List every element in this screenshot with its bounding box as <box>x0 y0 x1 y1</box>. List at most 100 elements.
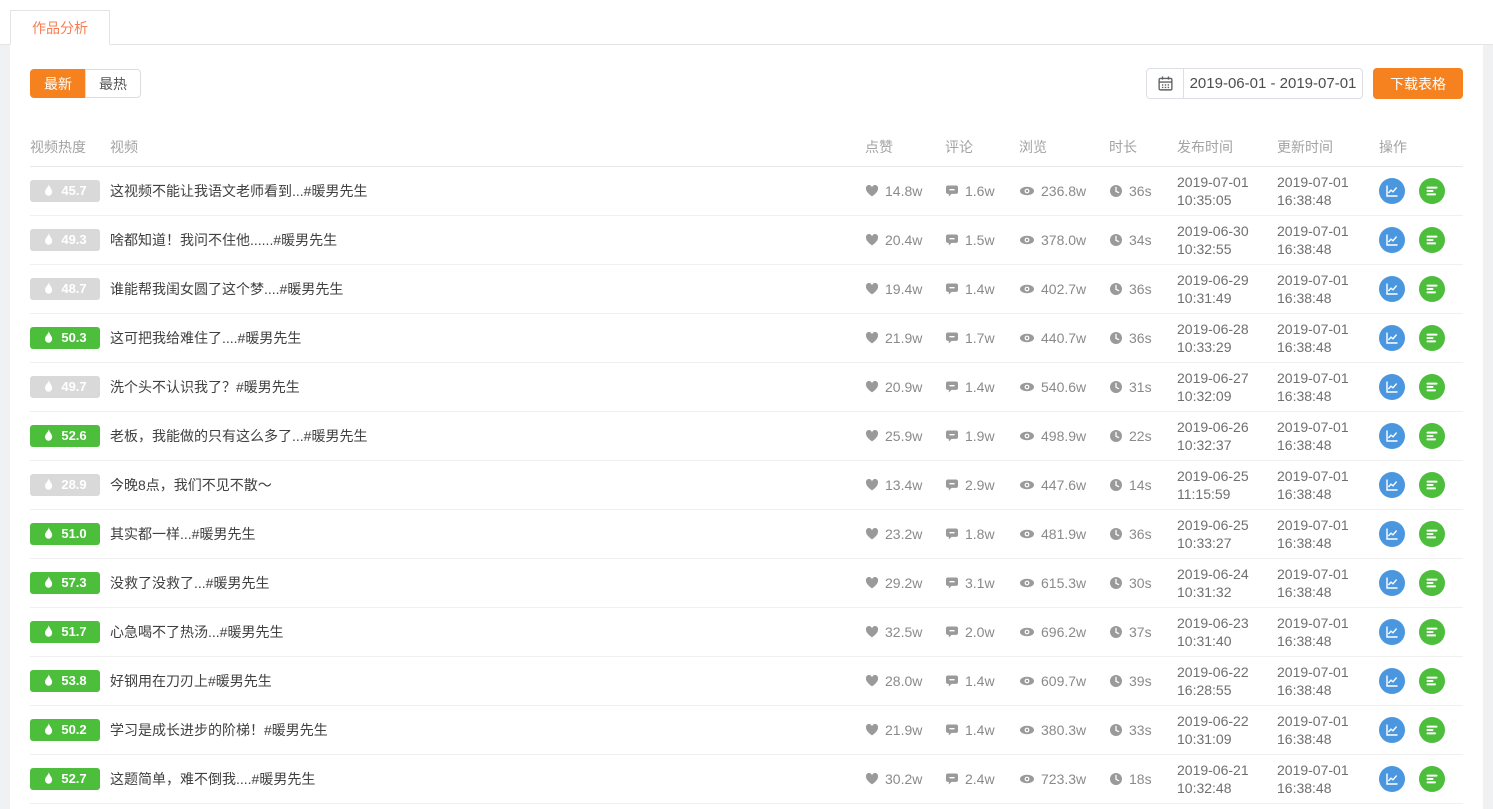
comments-value: 1.7w <box>965 330 995 346</box>
detail-list-button[interactable] <box>1419 325 1445 351</box>
date-range-picker[interactable]: 2019-06-01 - 2019-07-01 <box>1146 68 1363 99</box>
publish-date: 2019-07-01 <box>1177 173 1277 191</box>
heart-icon <box>865 527 879 541</box>
eye-icon <box>1019 380 1035 394</box>
trend-chart-button[interactable] <box>1379 521 1405 547</box>
detail-list-button[interactable] <box>1419 276 1445 302</box>
flame-icon <box>43 478 54 491</box>
detail-list-button[interactable] <box>1419 570 1445 596</box>
publish-clock: 10:35:05 <box>1177 191 1277 209</box>
publish-clock: 10:31:40 <box>1177 632 1277 650</box>
date-range-value[interactable]: 2019-06-01 - 2019-07-01 <box>1184 69 1362 98</box>
heat-badge: 52.6 <box>30 425 100 447</box>
trend-chart-button[interactable] <box>1379 766 1405 792</box>
trend-chart-button[interactable] <box>1379 325 1405 351</box>
clock-icon <box>1109 527 1123 541</box>
update-time: 2019-07-01 16:38:48 <box>1277 663 1379 699</box>
publish-time: 2019-06-22 10:31:09 <box>1177 712 1277 748</box>
video-title-link[interactable]: 没救了没救了...#暖男先生 <box>110 573 865 593</box>
detail-list-button[interactable] <box>1419 227 1445 253</box>
likes-value: 21.9w <box>885 330 922 346</box>
clock-icon <box>1109 576 1123 590</box>
video-title-link[interactable]: 这视频不能让我语文老师看到...#暖男先生 <box>110 181 865 201</box>
download-table-button[interactable]: 下载表格 <box>1373 68 1463 99</box>
video-title-link[interactable]: 这题简单，难不倒我....#暖男先生 <box>110 769 865 789</box>
sort-newest-button[interactable]: 最新 <box>30 69 85 98</box>
video-title-link[interactable]: 好钢用在刀刃上#暖男先生 <box>110 671 865 691</box>
views-value: 481.9w <box>1041 526 1086 542</box>
publish-clock: 10:32:37 <box>1177 436 1277 454</box>
video-title-link[interactable]: 啥都知道！我问不住他......#暖男先生 <box>110 230 865 250</box>
heat-value: 57.3 <box>61 575 86 590</box>
trend-chart-button[interactable] <box>1379 227 1405 253</box>
publish-date: 2019-06-28 <box>1177 320 1277 338</box>
detail-list-button[interactable] <box>1419 619 1445 645</box>
eye-icon <box>1019 723 1035 737</box>
video-title-link[interactable]: 今晚8点，我们不见不散～ <box>110 475 865 495</box>
publish-time: 2019-06-28 10:33:29 <box>1177 320 1277 356</box>
comment-icon <box>945 723 959 737</box>
trend-chart-button[interactable] <box>1379 423 1405 449</box>
detail-list-button[interactable] <box>1419 521 1445 547</box>
video-title-link[interactable]: 谁能帮我闺女圆了这个梦....#暖男先生 <box>110 279 865 299</box>
heat-value: 49.3 <box>61 232 86 247</box>
comment-icon <box>945 625 959 639</box>
update-date: 2019-07-01 <box>1277 271 1379 289</box>
update-clock: 16:38:48 <box>1277 583 1379 601</box>
trend-chart-button[interactable] <box>1379 570 1405 596</box>
list-lines-icon <box>1425 282 1439 296</box>
publish-time: 2019-06-24 10:31:32 <box>1177 565 1277 601</box>
detail-list-button[interactable] <box>1419 472 1445 498</box>
views-value: 498.9w <box>1041 428 1086 444</box>
video-title-link[interactable]: 洗个头不认识我了？#暖男先生 <box>110 377 865 397</box>
update-clock: 16:38:48 <box>1277 681 1379 699</box>
update-date: 2019-07-01 <box>1277 467 1379 485</box>
table-row: 50.3 这可把我给难住了....#暖男先生 21.9w 1.7w <box>30 314 1463 363</box>
table-row: 57.3 没救了没救了...#暖男先生 29.2w 3.1w 61 <box>30 559 1463 608</box>
tab-works-analysis[interactable]: 作品分析 <box>10 10 110 45</box>
publish-clock: 10:33:29 <box>1177 338 1277 356</box>
detail-list-button[interactable] <box>1419 668 1445 694</box>
heat-badge: 53.8 <box>30 670 100 692</box>
publish-time: 2019-06-25 10:33:27 <box>1177 516 1277 552</box>
trend-chart-button[interactable] <box>1379 472 1405 498</box>
list-lines-icon <box>1425 527 1439 541</box>
clock-icon <box>1109 478 1123 492</box>
publish-date: 2019-06-23 <box>1177 614 1277 632</box>
clock-icon <box>1109 429 1123 443</box>
clock-icon <box>1109 674 1123 688</box>
video-title-link[interactable]: 这可把我给难住了....#暖男先生 <box>110 328 865 348</box>
flame-icon <box>43 674 54 687</box>
video-title-link[interactable]: 心急喝不了热汤...#暖男先生 <box>110 622 865 642</box>
update-time: 2019-07-01 16:38:48 <box>1277 712 1379 748</box>
heart-icon <box>865 576 879 590</box>
trend-chart-button[interactable] <box>1379 374 1405 400</box>
detail-list-button[interactable] <box>1419 423 1445 449</box>
comments-value: 1.4w <box>965 379 995 395</box>
detail-list-button[interactable] <box>1419 766 1445 792</box>
views-value: 696.2w <box>1041 624 1086 640</box>
trend-chart-button[interactable] <box>1379 619 1405 645</box>
trend-chart-button[interactable] <box>1379 276 1405 302</box>
heat-value: 50.3 <box>61 330 86 345</box>
clock-icon <box>1109 331 1123 345</box>
trend-chart-button[interactable] <box>1379 178 1405 204</box>
trend-chart-button[interactable] <box>1379 668 1405 694</box>
heat-value: 52.7 <box>61 771 86 786</box>
detail-list-button[interactable] <box>1419 717 1445 743</box>
list-lines-icon <box>1425 625 1439 639</box>
video-title-link[interactable]: 老板，我能做的只有这么多了...#暖男先生 <box>110 426 865 446</box>
table-row: 45.7 这视频不能让我语文老师看到...#暖男先生 14.8w 1.6w <box>30 167 1463 216</box>
toolbar-right: 2019-06-01 - 2019-07-01 下载表格 <box>1146 68 1463 99</box>
comment-icon <box>945 527 959 541</box>
line-chart-icon <box>1385 233 1399 247</box>
video-title-link[interactable]: 其实都一样...#暖男先生 <box>110 524 865 544</box>
detail-list-button[interactable] <box>1419 178 1445 204</box>
publish-clock: 11:15:59 <box>1177 485 1277 503</box>
video-title-link[interactable]: 学习是成长进步的阶梯！#暖男先生 <box>110 720 865 740</box>
calendar-icon[interactable] <box>1147 69 1184 98</box>
sort-hottest-button[interactable]: 最热 <box>85 69 141 98</box>
detail-list-button[interactable] <box>1419 374 1445 400</box>
update-date: 2019-07-01 <box>1277 173 1379 191</box>
trend-chart-button[interactable] <box>1379 717 1405 743</box>
